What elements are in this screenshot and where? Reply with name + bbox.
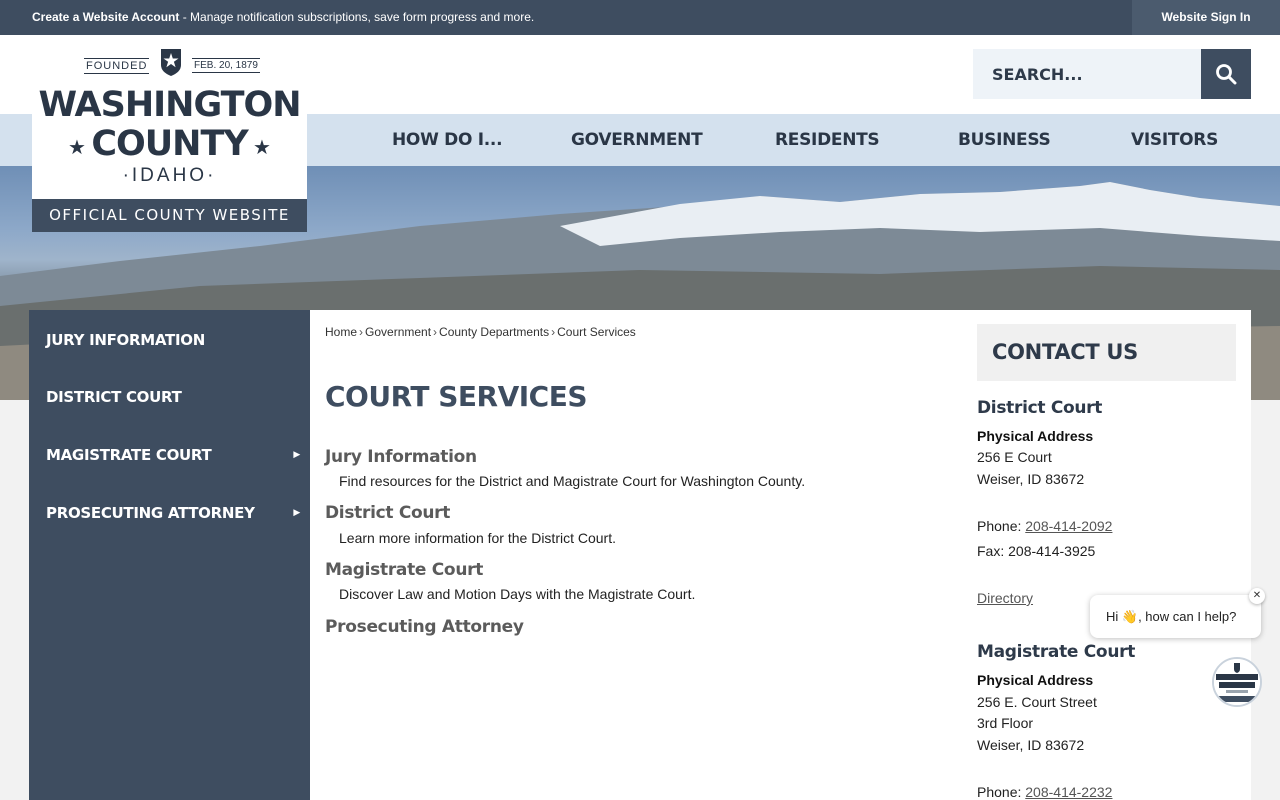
logo-washington: WASHINGTON <box>38 85 302 125</box>
breadcrumb-separator: › <box>433 325 438 339</box>
contact-magistrate-address-2: 3rd Floor <box>977 715 1034 731</box>
notice-rest: - Manage notification subscriptions, sav… <box>179 10 535 24</box>
star-icon: ★ <box>253 137 271 159</box>
link-jury-information[interactable]: Jury Information <box>325 447 477 467</box>
badge-icon <box>161 49 181 76</box>
desc-district-court: Learn more information for the District … <box>339 530 616 546</box>
founded-date: FEB. 20, 1879 <box>192 58 260 73</box>
desc-jury-information: Find resources for the District and Magi… <box>339 473 806 489</box>
nav-how-do-i[interactable]: HOW DO I... <box>392 114 503 166</box>
sidebar-item-jury-information[interactable]: JURY INFORMATION <box>29 312 310 368</box>
founded-label: FOUNDED <box>84 58 150 74</box>
sidebar-item-label: DISTRICT COURT <box>46 388 182 406</box>
chevron-right-icon[interactable]: ▶ <box>293 485 300 541</box>
contact-district-fax: Fax: 208-414-3925 <box>977 543 1096 559</box>
chat-bubble[interactable]: Hi 👋, how can I help? <box>1090 595 1261 638</box>
breadcrumb-separator: › <box>359 325 364 339</box>
main-content: Home › Government › County Departments › Court… <box>310 310 1251 800</box>
directory-link[interactable]: Directory <box>977 590 1033 606</box>
contact-magistrate-address-1: 256 E. Court Street <box>977 694 1097 710</box>
sidebar-item-label: JURY INFORMATION <box>46 331 205 349</box>
contact-magistrate-title: Magistrate Court <box>977 642 1136 662</box>
chat-close-icon[interactable]: ✕ <box>1249 588 1265 604</box>
breadcrumb-government[interactable]: Government <box>365 325 431 339</box>
breadcrumb-separator: › <box>551 325 556 339</box>
contact-us-heading: CONTACT US <box>977 324 1236 381</box>
account-notice[interactable]: Create a Website Account - Manage notifi… <box>32 0 534 35</box>
link-prosecuting-attorney[interactable]: Prosecuting Attorney <box>325 617 524 637</box>
contact-district-address-2: Weiser, ID 83672 <box>977 471 1085 487</box>
sidebar-item-prosecuting-attorney[interactable]: PROSECUTING ATTORNEY ▶ <box>29 485 310 541</box>
district-phone-link[interactable]: 208-414-2092 <box>1025 518 1112 534</box>
official-website-label: OFFICIAL COUNTY WEBSITE <box>32 199 307 232</box>
link-district-court[interactable]: District Court <box>325 503 450 523</box>
contact-magistrate-address-label: Physical Address <box>977 672 1094 688</box>
breadcrumb-court-services[interactable]: Court Services <box>557 325 636 339</box>
nav-government[interactable]: GOVERNMENT <box>571 114 703 166</box>
chat-avatar-button[interactable] <box>1212 657 1262 707</box>
contact-magistrate-phone: Phone: 208-414-2232 <box>977 784 1112 800</box>
desc-magistrate-court: Discover Law and Motion Days with the Ma… <box>339 586 696 602</box>
phone-label: Phone: <box>977 784 1026 800</box>
nav-visitors[interactable]: VISITORS <box>1131 114 1218 166</box>
contact-district-phone: Phone: 208-414-2092 <box>977 518 1112 534</box>
search-input[interactable] <box>973 49 1201 99</box>
chat-logo-icon <box>1214 659 1260 705</box>
link-magistrate-court[interactable]: Magistrate Court <box>325 560 483 580</box>
chevron-right-icon[interactable]: ▶ <box>293 427 300 483</box>
breadcrumb-county-departments[interactable]: County Departments <box>439 325 549 339</box>
phone-label: Phone: <box>977 518 1026 534</box>
county-logo[interactable]: FOUNDED FEB. 20, 1879 WASHINGTON ★ COUNT… <box>32 35 307 232</box>
contact-district-directory: Directory <box>977 590 1033 606</box>
contact-magistrate-address-3: Weiser, ID 83672 <box>977 737 1085 753</box>
logo-idaho: ·IDAHO· <box>122 165 217 186</box>
breadcrumb: Home › Government › County Departments › Court… <box>325 325 636 339</box>
sidebar-item-label: MAGISTRATE COURT <box>46 446 212 464</box>
sign-in-button[interactable]: Website Sign In <box>1132 0 1280 35</box>
magistrate-phone-link[interactable]: 208-414-2232 <box>1025 784 1112 800</box>
sidebar-item-label: PROSECUTING ATTORNEY <box>46 504 255 522</box>
nav-business[interactable]: BUSINESS <box>958 114 1051 166</box>
sidebar-item-magistrate-court[interactable]: MAGISTRATE COURT ▶ <box>29 427 310 483</box>
breadcrumb-home[interactable]: Home <box>325 325 357 339</box>
search-button[interactable] <box>1201 49 1251 99</box>
nav-residents[interactable]: RESIDENTS <box>775 114 880 166</box>
sidebar: JURY INFORMATION DISTRICT COURT MAGISTRA… <box>29 310 310 800</box>
notice-bold[interactable]: Create a Website Account <box>32 10 179 24</box>
contact-district-title: District Court <box>977 398 1103 418</box>
contact-district-address-1: 256 E Court <box>977 449 1052 465</box>
sidebar-item-district-court[interactable]: DISTRICT COURT <box>29 369 310 425</box>
page-title: COURT SERVICES <box>325 380 588 413</box>
contact-district-address-label: Physical Address <box>977 428 1094 444</box>
top-bar: Create a Website Account - Manage notifi… <box>0 0 1280 35</box>
search-icon <box>1216 64 1237 85</box>
